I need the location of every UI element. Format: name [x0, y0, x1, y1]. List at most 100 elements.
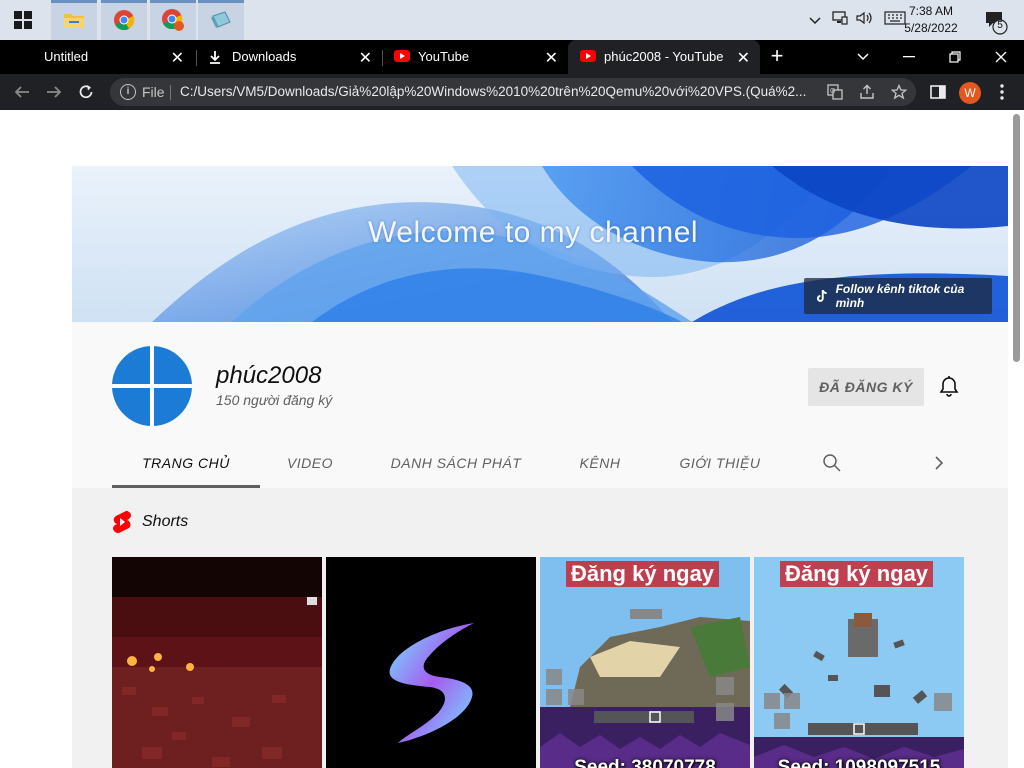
youtube-icon	[580, 50, 596, 64]
tabs-scroll-right-button[interactable]	[924, 438, 954, 488]
search-icon	[823, 454, 841, 472]
shorts-icon	[113, 510, 131, 533]
tab-about[interactable]: GIỚI THIỆU	[668, 438, 772, 488]
reload-button[interactable]	[74, 80, 98, 104]
bell-icon	[939, 376, 959, 397]
download-icon	[208, 50, 224, 64]
volume-icon[interactable]	[856, 11, 874, 30]
side-panel-icon	[930, 85, 946, 99]
tab-channels[interactable]: KÊNH	[564, 438, 636, 488]
chrome-profile-taskbar-button[interactable]	[150, 0, 196, 40]
youtube-page: Welcome to my channel Follow kênh tiktok…	[0, 110, 1024, 768]
youtube-icon	[394, 50, 410, 64]
file-explorer-taskbar-button[interactable]	[51, 0, 97, 40]
back-button[interactable]	[10, 80, 34, 104]
qemu-taskbar-button[interactable]	[198, 0, 244, 40]
arrow-right-icon	[47, 86, 62, 98]
chevron-right-icon	[935, 456, 944, 470]
minimize-icon	[903, 56, 915, 58]
channel-avatar[interactable]	[112, 346, 192, 426]
browser-toolbar: i File C:/Users/VM5/Downloads/Giả%20lập%…	[0, 74, 1024, 110]
minecraft-sky-image	[754, 557, 964, 768]
close-icon[interactable]: ✕	[359, 48, 372, 68]
chrome-profile-icon	[162, 9, 184, 31]
scrollbar-thumb[interactable]	[1013, 114, 1020, 362]
tab-title: Downloads	[232, 49, 297, 64]
short-overlay-title: Đăng ký ngay	[566, 561, 720, 587]
chevron-down-icon	[857, 53, 869, 61]
network-icon[interactable]	[832, 10, 848, 30]
notification-bell-button[interactable]	[936, 374, 962, 400]
close-icon[interactable]: ✕	[171, 48, 184, 68]
short-thumbnail[interactable]	[326, 557, 536, 768]
scheme-label: File	[142, 84, 165, 100]
system-tray	[806, 0, 906, 40]
short-thumbnail[interactable]	[112, 557, 322, 768]
folder-icon	[64, 14, 84, 28]
subscriber-count: 150 người đăng ký	[216, 392, 333, 408]
url-text[interactable]: C:/Users/VM5/Downloads/Giả%20lập%20Windo…	[180, 84, 820, 99]
channel-tabs: TRANG CHỦ VIDEO DANH SÁCH PHÁT KÊNH GIỚI…	[112, 438, 968, 488]
omnibox-divider	[170, 85, 171, 100]
page-scrollbar[interactable]	[1012, 110, 1022, 768]
tab-title: phúc2008 - YouTube	[604, 49, 724, 64]
tab-search-button[interactable]	[840, 40, 886, 74]
tiktok-link[interactable]: Follow kênh tiktok của mình	[804, 278, 992, 314]
close-window-button[interactable]	[978, 40, 1024, 74]
clock-date: 5/28/2022	[904, 21, 958, 35]
tab-downloads[interactable]: Downloads ✕	[196, 40, 382, 74]
restore-button[interactable]	[932, 40, 978, 74]
channel-header: phúc2008 150 người đăng ký ĐÃ ĐĂNG KÝ TR…	[72, 322, 1008, 768]
forward-button[interactable]	[42, 80, 66, 104]
share-icon[interactable]	[858, 84, 876, 100]
banner-welcome-text: Welcome to my channel	[368, 216, 699, 249]
shorts-title: Shorts	[142, 513, 189, 530]
tab-title: Untitled	[44, 49, 89, 64]
new-tab-button[interactable]: +	[766, 45, 788, 68]
short-thumbnail[interactable]: Đăng ký ngay Seed: 38070778	[540, 557, 750, 768]
info-icon[interactable]: i	[120, 84, 136, 100]
tab-phuc2008-youtube[interactable]: phúc2008 - YouTube ✕	[568, 40, 760, 74]
short-seed-caption: Seed: 38070778	[574, 757, 716, 768]
restore-icon	[949, 51, 961, 63]
minimize-button[interactable]	[886, 40, 932, 74]
s-logo-image	[389, 623, 474, 743]
profile-avatar[interactable]: W	[959, 82, 981, 104]
subscribed-button[interactable]: ĐÃ ĐĂNG KÝ	[808, 368, 924, 406]
svg-text:G: G	[830, 88, 835, 95]
notification-count: 5	[997, 20, 1003, 31]
chrome-icon	[114, 10, 135, 31]
tab-home[interactable]: TRANG CHỦ	[112, 438, 260, 488]
channel-name: phúc2008	[216, 362, 322, 389]
chrome-taskbar-button[interactable]	[101, 0, 147, 40]
tab-untitled[interactable]: Untitled ✕	[8, 40, 194, 74]
channel-search-button[interactable]	[812, 438, 852, 488]
taskbar-clock[interactable]: 7:38 AM 5/28/2022	[896, 3, 966, 37]
address-bar[interactable]: i File C:/Users/VM5/Downloads/Giả%20lập%…	[110, 78, 916, 106]
notification-center-button[interactable]: 5	[982, 8, 1010, 36]
short-overlay-title: Đăng ký ngay	[780, 561, 934, 587]
tab-title: YouTube	[418, 49, 470, 64]
browser-menu-button[interactable]	[990, 80, 1014, 104]
short-seed-caption: Seed: 1098097515	[777, 757, 941, 768]
reload-icon	[79, 85, 93, 99]
short-thumbnail[interactable]: Đăng ký ngay Seed: 1098097515	[754, 557, 964, 768]
minecraft-scene-image	[540, 557, 750, 768]
nether-scene-image	[112, 557, 322, 768]
tiktok-link-label: Follow kênh tiktok của mình	[835, 282, 965, 310]
arrow-left-icon	[14, 86, 29, 98]
tiktok-icon	[816, 289, 827, 302]
tab-youtube[interactable]: YouTube ✕	[382, 40, 568, 74]
more-vert-icon	[1000, 84, 1004, 100]
close-icon	[995, 51, 1007, 63]
close-icon[interactable]: ✕	[737, 48, 750, 68]
close-icon[interactable]: ✕	[545, 48, 558, 68]
bookmark-star-icon[interactable]	[890, 83, 908, 100]
side-panel-button[interactable]	[926, 80, 950, 104]
translate-icon[interactable]: G	[826, 84, 844, 100]
tab-playlists[interactable]: DANH SÁCH PHÁT	[380, 438, 532, 488]
windows-start-button[interactable]	[0, 0, 46, 40]
app-window-icon	[211, 11, 231, 28]
tab-videos[interactable]: VIDEO	[274, 438, 346, 488]
chevron-up-icon[interactable]	[806, 13, 824, 28]
